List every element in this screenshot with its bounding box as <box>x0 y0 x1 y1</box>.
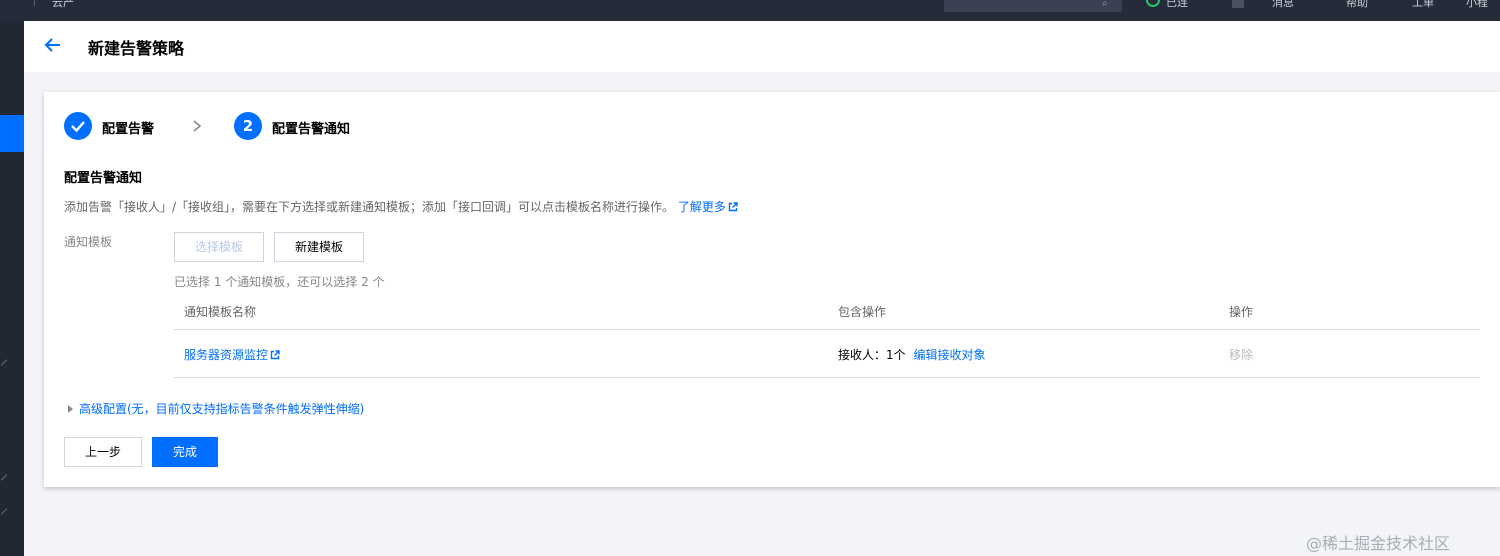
notify-template-label: 通知模板 <box>64 235 113 249</box>
sidebar-collapse-icon[interactable] <box>0 359 8 366</box>
topbar-item-mini[interactable]: 小程 <box>1466 0 1488 10</box>
column-header-operation: 操作 <box>1229 305 1254 319</box>
external-link-icon <box>728 202 738 212</box>
advanced-config-toggle[interactable]: 高级配置(无，目前仅支持指标告警条件触发弹性伸缩) <box>68 400 364 417</box>
receivers-cell: 接收人：1个 编辑接收对象 <box>838 346 985 363</box>
topbar-item-message[interactable]: 消息 <box>1272 0 1294 10</box>
sidebar-item-active[interactable] <box>0 115 24 152</box>
page-header: 新建告警策略 <box>24 21 1500 72</box>
connected-status-icon[interactable] <box>1146 0 1160 7</box>
topbar-search-input[interactable] <box>944 0 1122 12</box>
new-template-button[interactable]: 新建模板 <box>274 232 364 262</box>
caret-right-icon <box>68 405 73 413</box>
topbar-item-ticket[interactable]: 工单 <box>1412 0 1434 10</box>
edit-receivers-link[interactable]: 编辑接收对象 <box>913 348 985 362</box>
column-header-actions-included: 包含操作 <box>838 305 887 319</box>
template-table: 通知模板名称 包含操作 操作 服务器资源监控 接收人：1个 编辑接收对象 移除 <box>174 292 1480 378</box>
step-2-label: 配置告警通知 <box>272 122 351 137</box>
select-template-button[interactable]: 选择模板 <box>174 232 264 262</box>
search-icon[interactable]: ⌕ <box>1102 0 1108 9</box>
column-header-name: 通知模板名称 <box>184 305 257 319</box>
sidebar-collapse-icon[interactable] <box>0 508 8 515</box>
message-icon[interactable] <box>1232 0 1244 8</box>
top-navbar: 云产 ⌕ 已连 消息 帮助 工单 小程 <box>0 0 1500 21</box>
remove-button[interactable]: 移除 <box>1229 346 1253 363</box>
chevron-right-icon <box>193 120 202 132</box>
external-link-icon <box>270 350 280 360</box>
form-card: 配置告警 2 配置告警通知 配置告警通知 添加告警「接收人」/「接收组」，需要在… <box>44 92 1500 487</box>
template-name-link[interactable]: 服务器资源监控 <box>184 346 280 363</box>
step-1-done-icon <box>64 112 92 140</box>
left-sidebar <box>0 21 24 556</box>
table-header-divider <box>174 329 1480 330</box>
section-title: 配置告警通知 <box>64 171 143 186</box>
prev-step-button[interactable]: 上一步 <box>64 437 142 467</box>
selection-hint: 已选择 1 个通知模板，还可以选择 2 个 <box>174 275 385 289</box>
description-text: 添加告警「接收人」/「接收组」，需要在下方选择或新建通知模板；添加「接口回调」可… <box>64 200 675 214</box>
sidebar-collapse-icon[interactable] <box>0 474 8 481</box>
check-icon <box>71 121 85 133</box>
finish-button[interactable]: 完成 <box>152 437 218 467</box>
topbar-item-connected[interactable]: 已连 <box>1166 0 1188 10</box>
watermark: @稀土掘金技术社区 <box>1306 534 1451 553</box>
section-description: 添加告警「接收人」/「接收组」，需要在下方选择或新建通知模板；添加「接口回调」可… <box>64 198 738 215</box>
receivers-count: 接收人：1个 <box>838 348 906 362</box>
topbar-divider <box>34 0 35 6</box>
learn-more-link[interactable]: 了解更多 <box>678 200 738 214</box>
step-2-number: 2 <box>234 112 262 140</box>
back-arrow-icon[interactable] <box>42 34 64 56</box>
table-row-divider <box>174 377 1480 378</box>
step-1-label: 配置告警 <box>102 122 155 137</box>
page-title: 新建告警策略 <box>88 39 185 58</box>
topbar-item-help[interactable]: 帮助 <box>1346 0 1368 10</box>
topbar-product-menu[interactable]: 云产 <box>52 0 74 10</box>
